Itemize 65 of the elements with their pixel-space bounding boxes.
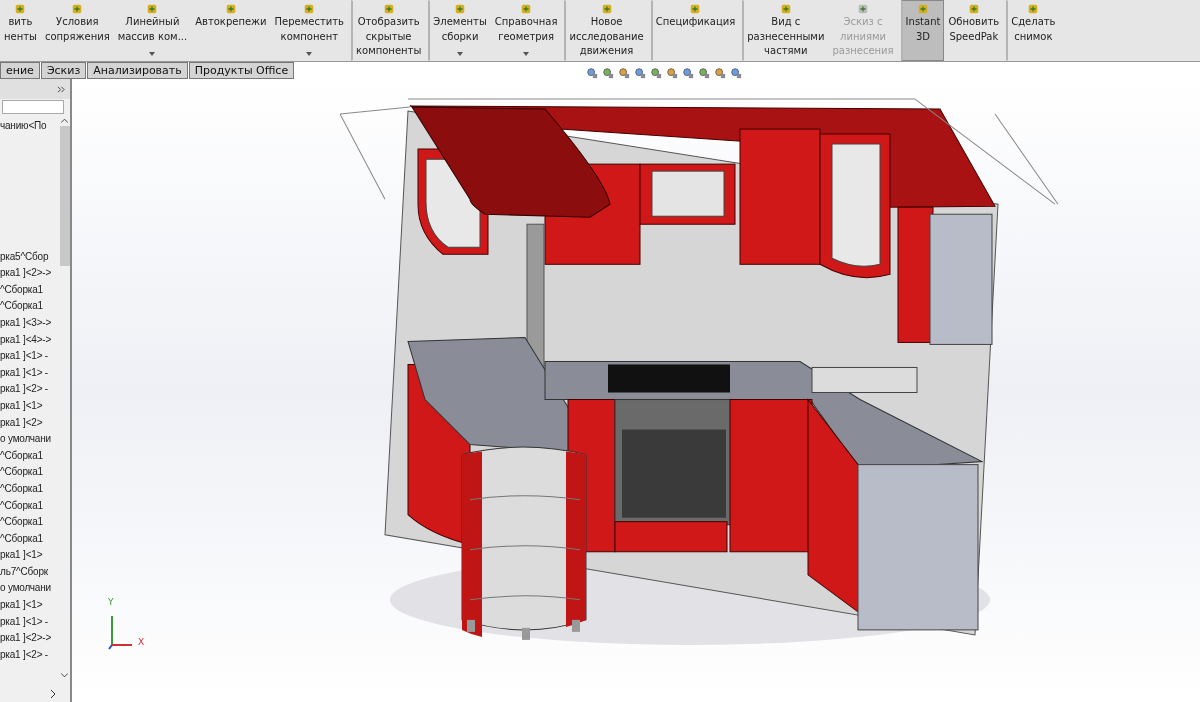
tree-item[interactable]: ль7^Сборк: [0, 563, 59, 581]
tree-item[interactable]: чанию<По: [0, 118, 59, 135]
plus-square-icon: [1027, 3, 1040, 15]
toolbar-button[interactable]: Справочная геометрия: [490, 0, 562, 61]
tree-item[interactable]: рка1 ]<4>->: [0, 331, 59, 349]
toolbar-button[interactable]: вить ненты: [0, 0, 41, 61]
caret-icon[interactable]: [149, 52, 156, 56]
tree-item[interactable]: ^Сборка1: [0, 497, 59, 515]
tree-item[interactable]: ^Сборка1: [0, 514, 59, 531]
caret-icon[interactable]: [457, 52, 464, 56]
tree-item[interactable]: о умолчани: [0, 431, 59, 448]
plus-square-icon: [454, 3, 467, 15]
plus-square-icon: [224, 3, 237, 15]
toolbar-button[interactable]: Автокрепежи: [191, 0, 271, 61]
tree-item[interactable]: рка1 ]<1> -: [0, 613, 59, 631]
tree-item[interactable]: рка1 ]<3>->: [0, 314, 59, 332]
tree-item[interactable]: рка5^Сбор: [0, 248, 59, 266]
command-tab[interactable]: Анализировать: [87, 62, 188, 79]
plus-square-icon: [520, 3, 533, 15]
plus-square-icon: [967, 3, 980, 15]
tree-item[interactable]: рка1 ]<2> -: [0, 646, 59, 664]
toolbar-button[interactable]: Переместить компонент: [270, 0, 348, 61]
tree-item[interactable]: рка1 ]<2>->: [0, 630, 59, 647]
tree-item[interactable]: о умолчани: [0, 580, 59, 598]
plus-square-icon: [146, 3, 159, 15]
command-tab[interactable]: Эскиз: [40, 62, 87, 79]
caret-icon[interactable]: [523, 52, 530, 56]
tree-item[interactable]: ^Сборка1: [0, 464, 59, 481]
tree-item[interactable]: рка1 ]<2>: [0, 414, 59, 432]
toolbar-button[interactable]: Instant 3D: [900, 0, 945, 61]
plus-square-icon: [14, 3, 27, 15]
tree-item[interactable]: ^Сборка1: [0, 480, 59, 498]
tree-item[interactable]: ^Сборка1: [0, 530, 59, 548]
tree-item[interactable]: рка1 ]<1>: [0, 397, 59, 415]
plus-square-icon: [779, 3, 792, 15]
plus-square-icon: [382, 3, 395, 15]
tree-item[interactable]: рка1 ]<2> -: [0, 381, 59, 398]
tree-item[interactable]: рка1 ]<1>: [0, 547, 59, 564]
scroll-up-icon[interactable]: [61, 118, 68, 123]
caret-icon[interactable]: [306, 52, 313, 56]
plus-square-icon: [857, 3, 869, 15]
scroll-right-icon[interactable]: [51, 690, 56, 698]
expand-icon[interactable]: [57, 85, 66, 93]
toolbar-button[interactable]: Условия сопряжения: [40, 0, 114, 61]
plus-square-icon: [303, 3, 316, 15]
command-tab[interactable]: Продукты Office: [188, 62, 295, 79]
plus-square-icon: [71, 3, 84, 15]
axis-label: X: [138, 637, 145, 647]
plus-square-icon: [917, 3, 929, 15]
plus-square-icon: [689, 3, 702, 15]
tree-item[interactable]: ^Сборка1: [0, 281, 59, 299]
scroll-thumb[interactable]: [59, 126, 70, 266]
toolbar-button[interactable]: Линейный массив ком...: [113, 0, 192, 61]
command-tab[interactable]: ение: [0, 62, 40, 79]
axis-label: Y: [108, 597, 114, 607]
tree-item[interactable]: ^Сборка1: [0, 447, 59, 465]
tree-item[interactable]: ^Сборка1: [0, 298, 59, 315]
tree-item[interactable]: рка1 ]<1> -: [0, 364, 59, 382]
tree-item[interactable]: рка1 ]<2>->: [0, 265, 59, 282]
toolbar-button[interactable]: Обновить SpeedPak: [944, 0, 1004, 61]
tree-item[interactable]: рка1 ]<1> -: [0, 348, 59, 365]
filter-field[interactable]: [2, 100, 64, 114]
tree-item[interactable]: рка1 ]<1>: [0, 597, 59, 614]
scroll-down-icon[interactable]: [61, 673, 68, 678]
plus-square-icon: [600, 3, 613, 15]
